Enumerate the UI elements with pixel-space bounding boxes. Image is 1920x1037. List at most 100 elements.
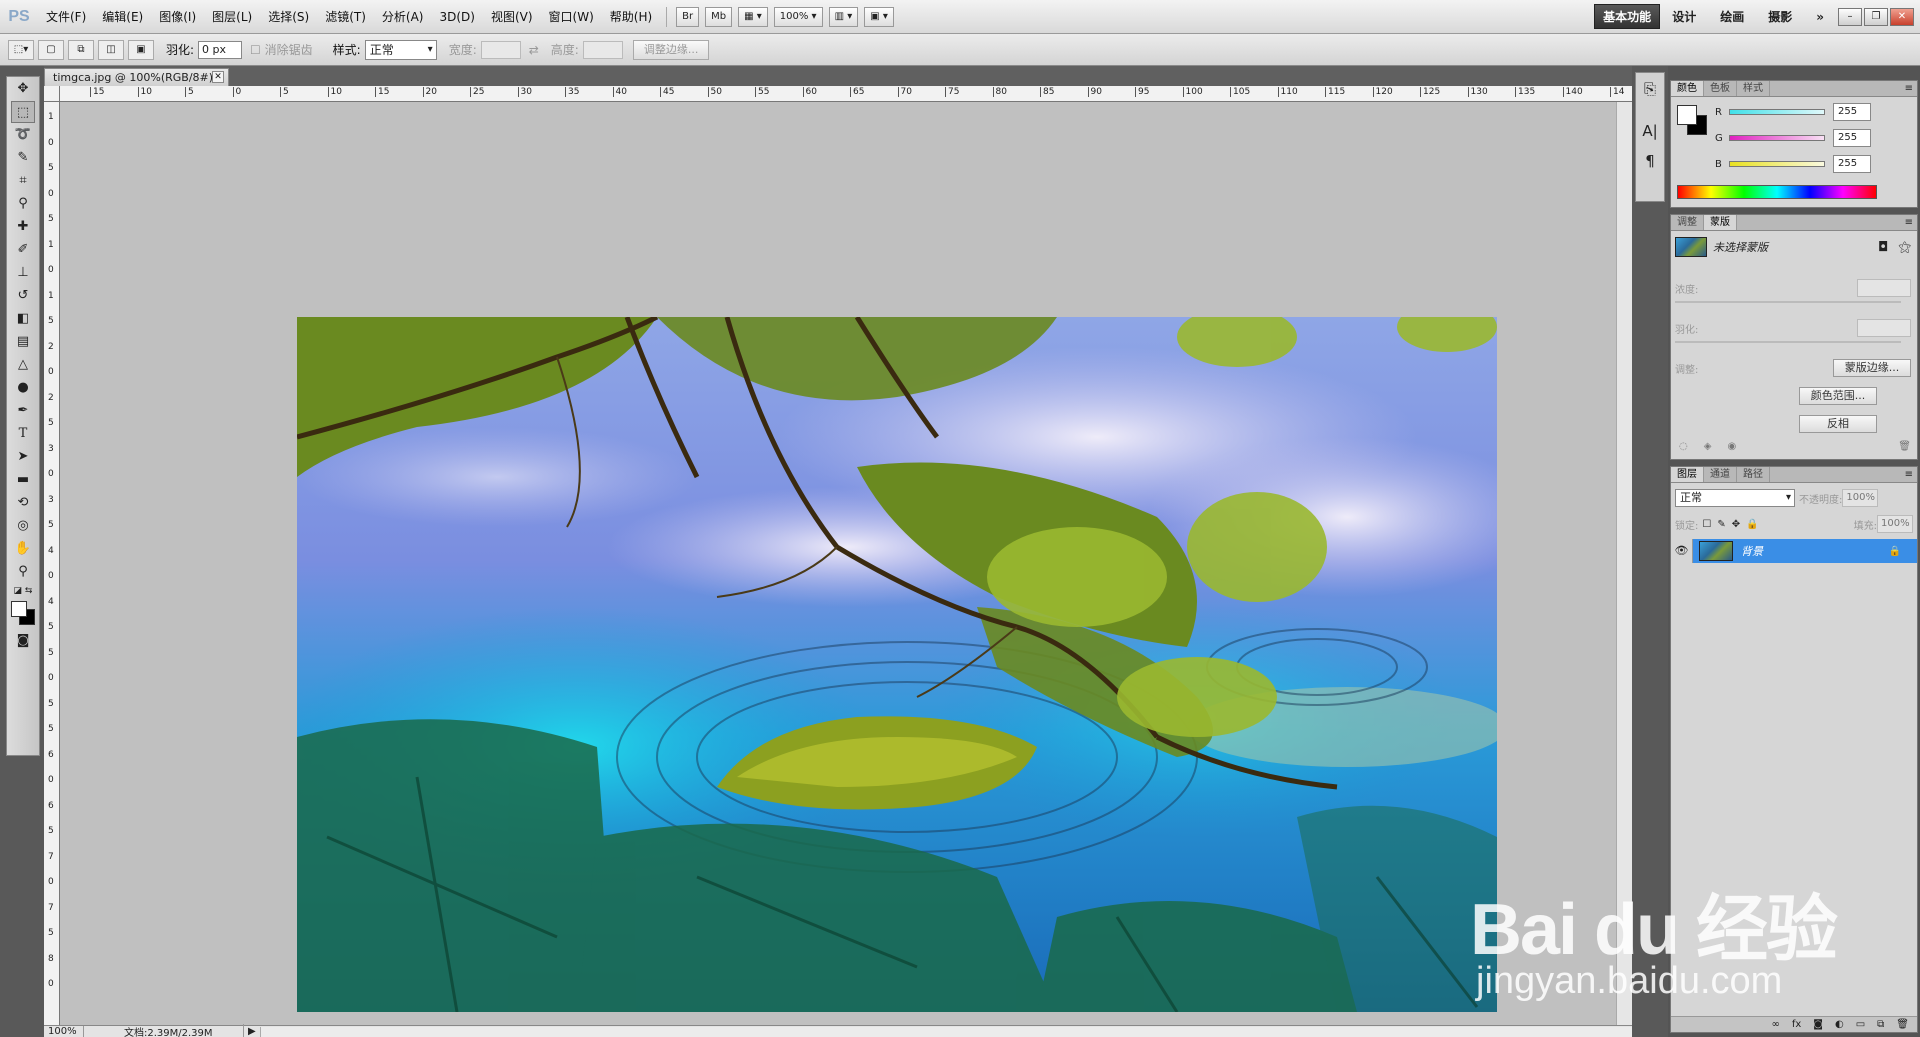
gradient-tool-icon[interactable]: ▤ — [11, 331, 35, 353]
3d-orbit-tool-icon[interactable]: ◎ — [11, 515, 35, 537]
menu-file[interactable]: 文件(F) — [38, 8, 94, 25]
density-input[interactable] — [1857, 279, 1911, 297]
mask-feather-input[interactable] — [1857, 319, 1911, 337]
height-input[interactable] — [582, 40, 623, 59]
path-selection-tool-icon[interactable]: ➤ — [11, 446, 35, 468]
menu-image[interactable]: 图像(I) — [151, 8, 204, 25]
new-selection-icon[interactable]: ▢ — [38, 39, 64, 60]
swap-colors-icon[interactable]: ◪ ⇆ — [11, 584, 35, 598]
layer-background[interactable]: 👁 背景 🔒 — [1671, 539, 1917, 563]
marquee-tool-icon[interactable]: ⬚ — [11, 101, 35, 123]
tab-layers[interactable]: 图层 — [1671, 467, 1704, 482]
horizontal-scrollbar[interactable] — [259, 1026, 1632, 1037]
eyedropper-tool-icon[interactable]: ⚲ — [11, 193, 35, 215]
panel-menu-icon[interactable]: ≡ — [1905, 467, 1917, 482]
layer-style-icon[interactable]: fx — [1792, 1019, 1801, 1030]
paragraph-panel-icon[interactable]: ¶ — [1636, 147, 1664, 175]
color-swatch-pair[interactable] — [1677, 105, 1711, 139]
blend-mode-select[interactable]: 正常 — [1675, 489, 1795, 507]
blur-tool-icon[interactable]: △ — [11, 354, 35, 376]
channel-b-input[interactable]: 255 — [1833, 155, 1871, 173]
lock-image-icon[interactable]: ✎ — [1717, 519, 1725, 530]
menu-analysis[interactable]: 分析(A) — [374, 8, 432, 25]
tab-swatches[interactable]: 色板 — [1704, 81, 1737, 96]
new-layer-icon[interactable]: ⧉ — [1877, 1019, 1884, 1030]
tab-close-icon[interactable]: ✕ — [212, 71, 224, 83]
apply-mask-icon[interactable]: ◈ — [1704, 441, 1712, 452]
zoom-level-select[interactable]: 100% ▾ — [773, 6, 823, 27]
fg-color-swatch[interactable] — [1677, 105, 1697, 125]
swap-icon[interactable]: ⇄ — [529, 43, 539, 57]
channel-g-input[interactable]: 255 — [1833, 129, 1871, 147]
color-swatches[interactable] — [9, 599, 39, 629]
width-input[interactable] — [480, 40, 521, 59]
menu-edit[interactable]: 编辑(E) — [94, 8, 151, 25]
workspace-essentials[interactable]: 基本功能 — [1594, 4, 1661, 29]
spectrum-ramp[interactable] — [1677, 185, 1877, 199]
panel-menu-icon[interactable]: ≡ — [1905, 81, 1917, 96]
density-slider[interactable] — [1675, 301, 1901, 303]
menu-layer[interactable]: 图层(L) — [204, 8, 260, 25]
canvas[interactable] — [60, 102, 1632, 1025]
style-select[interactable]: 正常 — [364, 39, 437, 60]
tab-adjustments[interactable]: 调整 — [1671, 215, 1704, 230]
channel-r-input[interactable]: 255 — [1833, 103, 1871, 121]
quick-select-tool-icon[interactable]: ✎ — [11, 147, 35, 169]
history-brush-tool-icon[interactable]: ↺ — [11, 285, 35, 307]
channel-r-slider[interactable] — [1729, 109, 1825, 115]
close-button[interactable]: ✕ — [1890, 7, 1914, 26]
invert-button[interactable]: 反相 — [1799, 415, 1877, 433]
add-selection-icon[interactable]: ⧉ — [68, 39, 94, 60]
tab-paths[interactable]: 路径 — [1737, 467, 1770, 482]
menu-window[interactable]: 窗口(W) — [541, 8, 602, 25]
pen-tool-icon[interactable]: ✒ — [11, 400, 35, 422]
disable-mask-icon[interactable]: ◉ — [1727, 441, 1736, 452]
bridge-button[interactable]: Br — [676, 6, 700, 27]
status-menu-icon[interactable]: ▶ — [244, 1026, 260, 1037]
intersect-selection-icon[interactable]: ▣ — [128, 39, 154, 60]
add-mask-icon[interactable]: ◙ — [1813, 1019, 1823, 1030]
refine-edge-button[interactable]: 调整边缘... — [632, 39, 710, 60]
move-tool-icon[interactable]: ✥ — [11, 78, 35, 100]
new-group-icon[interactable]: ▭ — [1856, 1019, 1865, 1030]
lock-position-icon[interactable]: ✥ — [1732, 519, 1740, 530]
workspace-photography[interactable]: 摄影 — [1756, 5, 1804, 28]
visibility-eye-icon[interactable]: 👁 — [1671, 539, 1693, 563]
subtract-selection-icon[interactable]: ◫ — [98, 39, 124, 60]
dodge-tool-icon[interactable]: ● — [11, 377, 35, 399]
eraser-tool-icon[interactable]: ◧ — [11, 308, 35, 330]
minimize-button[interactable]: – — [1838, 7, 1862, 26]
view-extras-button[interactable]: ▦ ▾ — [738, 6, 768, 27]
menu-view[interactable]: 视图(V) — [483, 8, 541, 25]
horizontal-ruler[interactable]: 15 10 5 0 5 10 15 20 25 30 35 40 45 50 55 60 65 70 75 80 85 9… — [60, 86, 1632, 102]
mini-bridge-button[interactable]: Mb — [705, 6, 733, 27]
menu-select[interactable]: 选择(S) — [260, 8, 317, 25]
zoom-tool-icon[interactable]: ⚲ — [11, 561, 35, 583]
lock-all-icon[interactable]: 🔒 — [1746, 519, 1758, 530]
antialias-checkbox[interactable]: ☐ 消除锯齿 — [250, 41, 313, 58]
ruler-origin[interactable] — [44, 86, 60, 102]
menu-help[interactable]: 帮助(H) — [602, 8, 660, 25]
crop-tool-icon[interactable]: ⌗ — [11, 170, 35, 192]
screen-mode-button[interactable]: ▣ ▾ — [864, 6, 894, 27]
opacity-input[interactable]: 100% — [1842, 489, 1879, 507]
channel-b-slider[interactable] — [1729, 161, 1825, 167]
character-panel-icon[interactable]: A| — [1636, 117, 1664, 145]
workspace-design[interactable]: 设计 — [1660, 5, 1708, 28]
lasso-tool-icon[interactable]: ➰ — [11, 124, 35, 146]
link-layers-icon[interactable]: ∞ — [1771, 1019, 1779, 1030]
menu-3d[interactable]: 3D(D) — [431, 10, 482, 24]
foreground-color-swatch[interactable] — [11, 601, 27, 617]
tab-styles[interactable]: 样式 — [1737, 81, 1770, 96]
fill-input[interactable]: 100% — [1877, 515, 1913, 533]
hand-tool-icon[interactable]: ✋ — [11, 538, 35, 560]
vertical-ruler[interactable]: 10505101520253035404550556065707580 — [44, 102, 60, 1025]
tab-color[interactable]: 颜色 — [1671, 81, 1704, 96]
panel-menu-icon[interactable]: ≡ — [1905, 215, 1917, 230]
tab-masks[interactable]: 蒙版 — [1704, 215, 1737, 230]
restore-button[interactable]: ❐ — [1864, 7, 1888, 26]
arrange-documents-button[interactable]: ▥ ▾ — [828, 6, 859, 27]
lock-transparency-icon[interactable]: ☐ — [1702, 519, 1711, 530]
color-range-button[interactable]: 颜色范围... — [1799, 387, 1877, 405]
vector-mask-icon[interactable]: ⚝ — [1898, 240, 1911, 255]
